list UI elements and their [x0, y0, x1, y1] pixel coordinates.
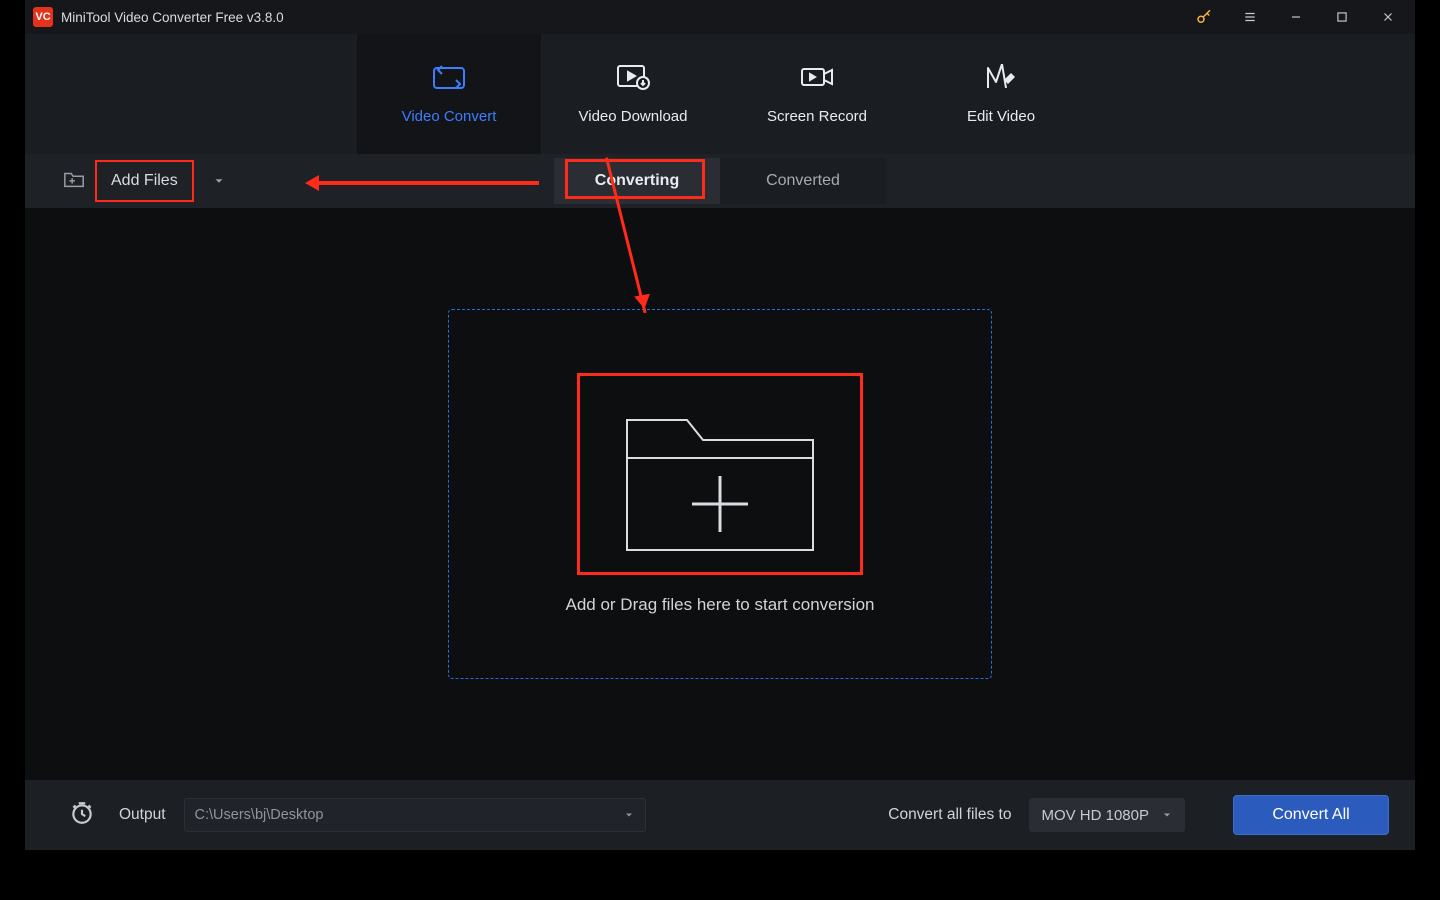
nav-label: Video Convert [402, 108, 497, 125]
tab-converting[interactable]: Converting [554, 158, 720, 204]
add-files-button[interactable]: Add Files [95, 160, 194, 202]
format-selected-value: MOV HD 1080P [1041, 807, 1149, 824]
video-download-icon [616, 64, 650, 94]
license-key-icon[interactable] [1181, 0, 1227, 34]
video-convert-icon [432, 64, 466, 94]
folder-plus-icon [63, 169, 85, 194]
nav-label: Edit Video [967, 108, 1035, 125]
close-button[interactable] [1365, 0, 1411, 34]
toolbar: Add Files Converting Converted [25, 154, 1415, 208]
nav-label: Video Download [579, 108, 688, 125]
app-logo-icon: VC [33, 7, 53, 27]
app-window: VC MiniTool Video Converter Free v3.8.0 … [25, 0, 1415, 850]
edit-video-icon [984, 64, 1018, 94]
format-select[interactable]: MOV HD 1080P [1029, 798, 1185, 832]
convert-all-files-label: Convert all files to [888, 806, 1011, 824]
dropzone-folder-icon-frame [577, 373, 863, 575]
convert-all-button-label: Convert All [1272, 806, 1349, 824]
menu-icon[interactable] [1227, 0, 1273, 34]
output-label: Output [119, 806, 166, 824]
dropzone-text: Add or Drag files here to start conversi… [566, 595, 875, 615]
nav-edit-video[interactable]: Edit Video [909, 34, 1093, 154]
output-path-select[interactable]: C:\Users\bj\Desktop [184, 798, 646, 832]
output-path-value: C:\Users\bj\Desktop [195, 807, 324, 823]
annotation-arrow-icon [309, 181, 539, 185]
tab-label: Converting [595, 172, 679, 190]
chevron-down-icon [623, 809, 635, 821]
nav-video-convert[interactable]: Video Convert [357, 34, 541, 154]
minimize-button[interactable] [1273, 0, 1319, 34]
tab-converted[interactable]: Converted [720, 158, 886, 204]
screen-record-icon [800, 64, 834, 94]
convert-all-button[interactable]: Convert All [1233, 795, 1389, 835]
main-area: Add or Drag files here to start conversi… [25, 208, 1415, 780]
window-title: MiniTool Video Converter Free v3.8.0 [61, 10, 284, 25]
nav-screen-record[interactable]: Screen Record [725, 34, 909, 154]
footer: Output C:\Users\bj\Desktop Convert all f… [25, 780, 1415, 850]
add-files-label: Add Files [111, 172, 178, 190]
chevron-down-icon [1161, 809, 1173, 821]
nav-video-download[interactable]: Video Download [541, 34, 725, 154]
titlebar: VC MiniTool Video Converter Free v3.8.0 [25, 0, 1415, 34]
folder-add-icon [617, 390, 823, 558]
schedule-icon[interactable] [69, 800, 95, 831]
add-files-dropdown-caret[interactable] [210, 172, 228, 190]
tab-label: Converted [766, 172, 840, 190]
maximize-button[interactable] [1319, 0, 1365, 34]
sub-tabs: Converting Converted [554, 158, 886, 204]
dropzone[interactable]: Add or Drag files here to start conversi… [448, 309, 992, 679]
main-nav: Video Convert Video Download Screen Reco… [25, 34, 1415, 154]
nav-label: Screen Record [767, 108, 867, 125]
